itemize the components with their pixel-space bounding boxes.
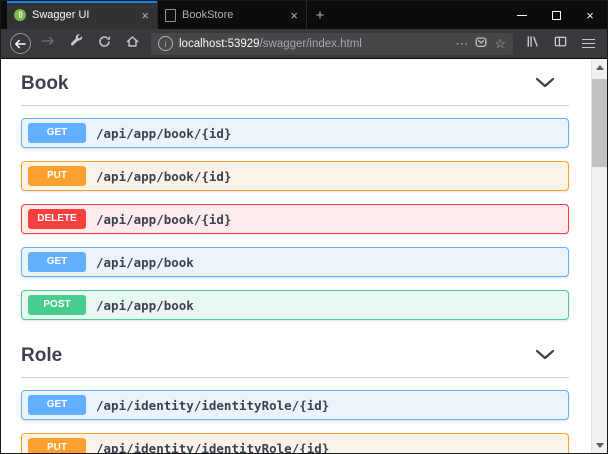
endpoint-row[interactable]: POST /api/app/book	[21, 290, 569, 320]
new-tab-button[interactable]: +	[307, 1, 333, 29]
maximize-button[interactable]	[539, 1, 573, 29]
section-title: Role	[21, 345, 62, 367]
method-badge: PUT	[28, 438, 86, 453]
tools-button[interactable]	[63, 31, 89, 57]
scroll-down-icon	[596, 443, 604, 448]
tab-title: BookStore	[182, 9, 283, 21]
section-header[interactable]: Book	[21, 61, 569, 106]
endpoint-path: /api/identity/identityRole/{id}	[96, 398, 329, 413]
endpoint-path: /api/app/book/{id}	[96, 169, 231, 184]
chevron-down-icon[interactable]	[535, 75, 555, 93]
menu-button[interactable]	[575, 31, 601, 57]
vertical-scrollbar[interactable]	[591, 59, 607, 453]
titlebar: { } Swagger UI × BookStore × + ×	[1, 1, 607, 29]
forward-button[interactable]	[35, 31, 61, 57]
wrench-icon	[69, 34, 84, 54]
bookmark-star-icon[interactable]: ☆	[494, 37, 506, 50]
pocket-icon[interactable]	[474, 35, 488, 52]
page-favicon	[165, 9, 176, 22]
endpoint-row[interactable]: DELETE /api/app/book/{id}	[21, 204, 569, 234]
minimize-icon	[517, 15, 527, 16]
endpoint-row[interactable]: GET /api/identity/identityRole/{id}	[21, 390, 569, 420]
endpoint-row[interactable]: GET /api/app/book	[21, 247, 569, 277]
method-badge: GET	[28, 123, 86, 143]
method-badge: GET	[28, 252, 86, 272]
page-actions-icon[interactable]: ⋯	[455, 36, 468, 52]
method-badge: POST	[28, 295, 86, 315]
tab-bookstore[interactable]: BookStore ×	[157, 1, 307, 29]
api-section: Role GET /api/identity/identityRole/{id}…	[21, 333, 569, 453]
sections: Book GET /api/app/book/{id} PUT /api/app…	[21, 61, 569, 453]
method-badge: GET	[28, 395, 86, 415]
api-section: Book GET /api/app/book/{id} PUT /api/app…	[21, 61, 569, 320]
endpoint-row[interactable]: PUT /api/app/book/{id}	[21, 161, 569, 191]
scroll-up-icon	[596, 65, 604, 70]
endpoint-list: GET /api/app/book/{id} PUT /api/app/book…	[21, 118, 569, 320]
refresh-icon	[97, 34, 112, 54]
method-badge: PUT	[28, 166, 86, 186]
endpoint-path: /api/app/book	[96, 298, 194, 313]
sidebar-button[interactable]	[547, 31, 573, 57]
hamburger-menu-icon	[582, 36, 595, 50]
swagger-page: Book GET /api/app/book/{id} PUT /api/app…	[1, 59, 591, 453]
method-badge: DELETE	[28, 209, 86, 229]
library-button[interactable]	[519, 31, 545, 57]
endpoint-row[interactable]: PUT /api/identity/identityRole/{id}	[21, 433, 569, 453]
close-tab-icon[interactable]: ×	[289, 9, 299, 22]
home-icon	[125, 34, 140, 54]
endpoint-path: /api/app/book	[96, 255, 194, 270]
library-icon	[525, 34, 540, 54]
sidebar-icon	[553, 34, 568, 54]
maximize-icon	[552, 11, 561, 20]
scroll-down-button[interactable]	[592, 437, 607, 453]
tab-swagger-ui[interactable]: { } Swagger UI ×	[7, 1, 157, 29]
back-button[interactable]	[7, 31, 33, 57]
endpoint-path: /api/identity/identityRole/{id}	[96, 441, 329, 454]
home-button[interactable]	[119, 31, 145, 57]
titlebar-drag-area	[333, 1, 505, 29]
endpoint-list: GET /api/identity/identityRole/{id} PUT …	[21, 390, 569, 453]
url-bar[interactable]: i localhost:53929/swagger/index.html ⋯ ☆	[151, 33, 513, 55]
refresh-button[interactable]	[91, 31, 117, 57]
endpoint-path: /api/app/book/{id}	[96, 212, 231, 227]
scroll-up-button[interactable]	[592, 59, 607, 75]
scrollbar-thumb[interactable]	[592, 79, 607, 167]
chevron-down-icon[interactable]	[535, 347, 555, 365]
minimize-button[interactable]	[505, 1, 539, 29]
section-header[interactable]: Role	[21, 333, 569, 378]
close-button[interactable]: ×	[573, 1, 607, 29]
swagger-favicon: { }	[14, 9, 26, 21]
close-tab-icon[interactable]: ×	[140, 9, 150, 22]
url-host: localhost:53929	[179, 38, 260, 50]
site-info-icon[interactable]: i	[158, 36, 173, 51]
section-title: Book	[21, 73, 69, 95]
forward-icon	[41, 34, 55, 53]
endpoint-row[interactable]: GET /api/app/book/{id}	[21, 118, 569, 148]
navigation-toolbar: i localhost:53929/swagger/index.html ⋯ ☆	[1, 29, 607, 59]
browser-window: { } Swagger UI × BookStore × + ×	[0, 0, 608, 454]
back-icon	[10, 33, 31, 54]
tab-title: Swagger UI	[32, 9, 134, 21]
endpoint-path: /api/app/book/{id}	[96, 126, 231, 141]
url-text: localhost:53929/swagger/index.html	[179, 38, 362, 50]
url-path: /swagger/index.html	[260, 38, 362, 50]
